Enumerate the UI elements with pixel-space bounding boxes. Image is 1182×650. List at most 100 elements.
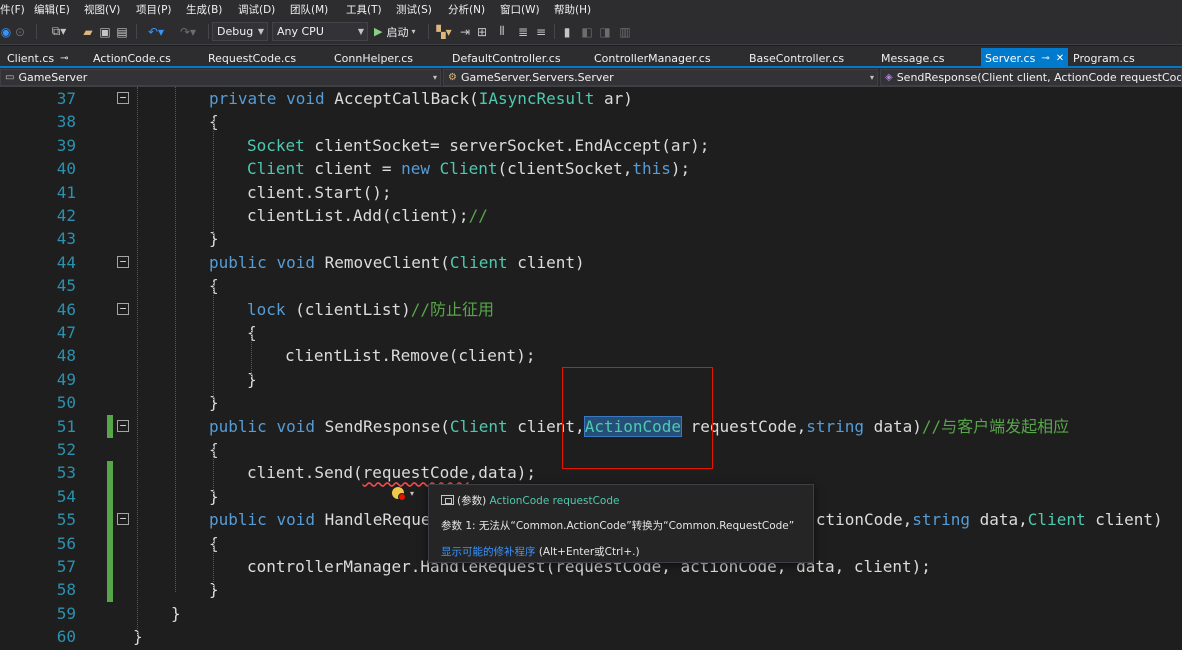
parameter-icon: [441, 495, 454, 505]
collapse-region-icon[interactable]: −: [117, 92, 129, 104]
code-line: 52{: [0, 438, 1182, 461]
line-number: 60: [56, 627, 76, 647]
project-dropdown[interactable]: ▭ GameServer ▾: [0, 69, 441, 86]
solution-configuration-value: Debug: [217, 25, 254, 38]
outdent-icon[interactable]: ≣: [516, 18, 530, 45]
line-number: 43: [56, 229, 76, 249]
toolbar-separator: [36, 24, 37, 39]
toolbar-separator: [428, 24, 429, 39]
open-file-icon[interactable]: ▰: [80, 18, 96, 45]
member-dropdown[interactable]: ◈ SendResponse(Client client, ActionCode …: [880, 69, 1182, 86]
menu-item[interactable]: 件(F): [0, 2, 25, 17]
tab-connhelper-cs[interactable]: ConnHelper.cs: [334, 48, 413, 68]
tab-defaultcontroller-cs[interactable]: DefaultController.cs: [452, 48, 561, 68]
code-token: (clientList): [285, 299, 411, 319]
code-token: ,data);: [468, 463, 536, 483]
solution-configuration-select[interactable]: Debug ▼: [212, 22, 268, 41]
line-number: 37: [56, 89, 76, 108]
menu-item[interactable]: 测试(S): [396, 2, 432, 17]
tab-label: Message.cs: [881, 51, 945, 65]
quick-actions-button[interactable]: ▾: [392, 485, 418, 501]
indent-icon[interactable]: ≡: [534, 18, 548, 45]
code-token: client =: [304, 159, 402, 179]
menu-item[interactable]: 分析(N): [448, 2, 485, 17]
indent-guide: [137, 87, 138, 639]
code-token: requestCode,: [681, 416, 807, 436]
solution-platform-select[interactable]: Any CPU ▼: [272, 22, 368, 41]
bookmark-icon[interactable]: ▮: [560, 18, 574, 45]
show-potential-fixes-link[interactable]: 显示可能的修补程序: [441, 546, 536, 558]
code-line: 51 − public void SendResponse(Client clien…: [0, 414, 1182, 438]
code-token: public: [209, 252, 267, 272]
menu-item[interactable]: 帮助(H): [554, 2, 591, 17]
line-number: 44: [56, 252, 76, 272]
toolbar-separator: [554, 24, 555, 39]
code-token: ar): [594, 89, 633, 108]
collapse-region-icon[interactable]: −: [117, 255, 129, 268]
code-text: }: [171, 602, 181, 625]
code-token: //防止征用: [410, 299, 495, 319]
menu-item[interactable]: 项目(P): [136, 2, 172, 17]
pin-icon[interactable]: ⊸: [1041, 53, 1049, 64]
menu-item[interactable]: 视图(V): [84, 2, 120, 17]
code-token: client,: [507, 416, 585, 436]
menu-item[interactable]: 窗口(W): [500, 2, 540, 17]
code-token: void: [276, 510, 315, 530]
tab-actioncode-cs[interactable]: ActionCode.cs: [93, 48, 171, 68]
tab-server-cs[interactable]: Server.cs ⊸ ✕: [981, 48, 1069, 68]
tooltip-error-message: 参数 1: 无法从“Common.ActionCode”转换为“Common.R…: [441, 520, 795, 532]
new-project-icon[interactable]: ⧉▾: [48, 18, 70, 45]
menu-item[interactable]: 工具(T): [346, 2, 382, 17]
pin-icon[interactable]: ⊸: [60, 53, 68, 64]
tab-controllermanager-cs[interactable]: ControllerManager.cs: [594, 48, 711, 68]
collapse-region-icon[interactable]: −: [117, 513, 129, 526]
tab-message-cs[interactable]: Message.cs: [881, 48, 945, 68]
save-all-icon[interactable]: ▤: [114, 18, 130, 45]
code-line: 47{: [0, 321, 1182, 344]
previous-bookmark-icon[interactable]: ◧: [580, 18, 594, 45]
tab-requestcode-cs[interactable]: RequestCode.cs: [208, 48, 296, 68]
step-icon[interactable]: ⇥: [458, 18, 472, 45]
toggle-comment-icon[interactable]: ⫴: [492, 18, 512, 45]
collapse-region-icon[interactable]: −: [117, 419, 129, 432]
code-line: 37 − private void AcceptCallBack(IAsyncRes…: [0, 87, 1182, 110]
code-text: public void SendResponse(Client client,A…: [209, 415, 1069, 438]
tooltip-fix-shortcut: (Alt+Enter或Ctrl+.): [535, 546, 640, 558]
save-icon[interactable]: ▣: [98, 18, 112, 45]
type-dropdown[interactable]: ⚙ GameServer.Servers.Server ▾: [443, 69, 878, 86]
redo-icon[interactable]: ↷▾: [174, 18, 202, 45]
tab-basecontroller-cs[interactable]: BaseController.cs: [749, 48, 844, 68]
line-number: 48: [56, 346, 76, 366]
tab-program-cs[interactable]: Program.cs: [1073, 48, 1135, 68]
change-marker: [107, 508, 113, 532]
solution-explorer-icon[interactable]: ⊞: [474, 18, 490, 45]
menu-item[interactable]: 生成(B): [186, 2, 222, 17]
navigate-forward-icon[interactable]: ⊙: [13, 18, 27, 45]
navigate-back-icon[interactable]: ◉: [0, 18, 12, 45]
tab-label: Program.cs: [1073, 51, 1135, 65]
line-number: 42: [56, 206, 76, 225]
collapse-region-icon[interactable]: −: [117, 302, 129, 315]
tab-client-cs[interactable]: Client.cs ⊸: [7, 48, 69, 68]
undo-icon[interactable]: ↶▾: [142, 18, 170, 45]
menu-item[interactable]: 调试(D): [238, 2, 275, 17]
code-line: 60}: [0, 625, 1182, 648]
clear-bookmarks-icon[interactable]: ▥: [618, 18, 632, 45]
start-button[interactable]: ▶ 启动 ▾: [374, 18, 424, 45]
menu-item[interactable]: 编辑(E): [34, 2, 70, 17]
code-text: clientList.Add(client);//: [247, 204, 488, 227]
code-token: void: [276, 416, 315, 436]
line-number: 56: [56, 533, 76, 553]
code-token: private: [209, 89, 277, 108]
code-token: clientList.Remove(client);: [285, 346, 536, 366]
code-editor[interactable]: 37 − private void AcceptCallBack(IAsyncRes…: [0, 87, 1182, 650]
line-number: 57: [56, 557, 76, 576]
menu-item[interactable]: 团队(M): [290, 2, 328, 17]
close-icon[interactable]: ✕: [1056, 53, 1064, 64]
next-bookmark-icon[interactable]: ◨: [598, 18, 612, 45]
change-marker: [107, 531, 113, 555]
browser-link-icon[interactable]: ▚▾: [432, 18, 456, 45]
